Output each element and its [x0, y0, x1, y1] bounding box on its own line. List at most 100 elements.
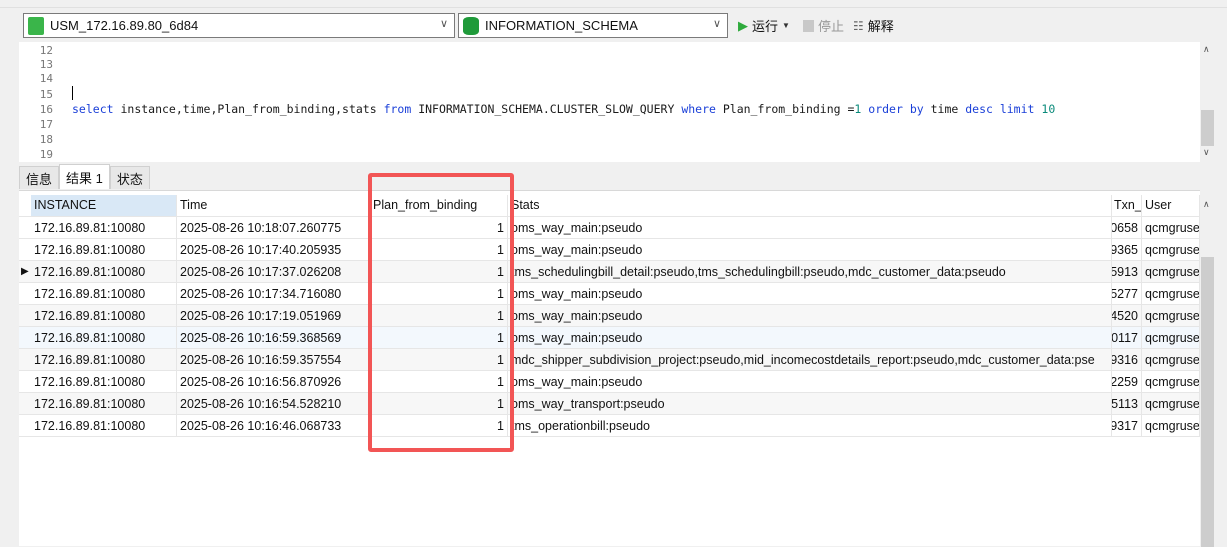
cell-instance[interactable]: 172.16.89.81:10080: [31, 371, 177, 393]
cell-time[interactable]: 2025-08-26 10:17:19.051969: [177, 305, 370, 327]
cell-txn[interactable]: 5277: [1112, 283, 1142, 305]
cell-txn[interactable]: 9316: [1112, 349, 1142, 371]
text-cursor: [72, 86, 73, 100]
cell-user[interactable]: qcmgruse: [1142, 217, 1200, 239]
line-number: 17: [39, 118, 53, 131]
current-row-indicator-icon: ▶: [21, 266, 29, 277]
column-header-txn[interactable]: Txn_: [1112, 195, 1142, 216]
table-row[interactable]: 172.16.89.81:10080 2025-08-26 10:16:59.35…: [19, 349, 1200, 371]
cell-user[interactable]: qcmgruse: [1142, 283, 1200, 305]
cell-instance[interactable]: 172.16.89.81:10080: [31, 239, 177, 261]
chevron-down-icon: ∨: [439, 18, 448, 30]
line-number: 18: [39, 133, 53, 146]
cell-stats[interactable]: oms_way_main:pseudo: [508, 283, 1112, 305]
column-header-time[interactable]: Time: [177, 195, 370, 216]
cell-stats[interactable]: tms_schedulingbill_detail:pseudo,tms_sch…: [508, 261, 1112, 283]
cell-stats[interactable]: mdc_shipper_subdivision_project:pseudo,m…: [508, 349, 1112, 371]
cell-stats[interactable]: oms_way_transport:pseudo: [508, 393, 1112, 415]
cell-instance[interactable]: 172.16.89.81:10080: [31, 349, 177, 371]
scroll-up-icon[interactable]: ∧: [1203, 44, 1210, 55]
table-row[interactable]: 172.16.89.81:10080 2025-08-26 10:16:46.06…: [19, 415, 1200, 437]
cell-instance[interactable]: 172.16.89.81:10080: [31, 261, 177, 283]
table-row[interactable]: 172.16.89.81:10080 2025-08-26 10:18:07.26…: [19, 217, 1200, 239]
cell-txn[interactable]: 5113: [1112, 393, 1142, 415]
cell-time[interactable]: 2025-08-26 10:16:46.068733: [177, 415, 370, 437]
database-select[interactable]: INFORMATION_SCHEMA ∨: [458, 13, 728, 38]
column-header-instance[interactable]: INSTANCE: [31, 195, 177, 216]
chevron-down-icon: ∨: [712, 18, 721, 30]
result-grid[interactable]: INSTANCE Time Plan_from_binding Stats Tx…: [19, 190, 1215, 547]
line-number: 13: [39, 58, 53, 71]
cell-time[interactable]: 2025-08-26 10:16:54.528210: [177, 393, 370, 415]
cell-time[interactable]: 2025-08-26 10:16:59.357554: [177, 349, 370, 371]
cell-user[interactable]: qcmgruse: [1142, 261, 1200, 283]
column-header-stats[interactable]: Stats: [508, 195, 1112, 216]
cell-user[interactable]: qcmgruse: [1142, 327, 1200, 349]
cell-txn[interactable]: 9365: [1112, 239, 1142, 261]
cell-txn[interactable]: 0658: [1112, 217, 1142, 239]
cell-time[interactable]: 2025-08-26 10:17:37.026208: [177, 261, 370, 283]
cell-time[interactable]: 2025-08-26 10:16:56.870926: [177, 371, 370, 393]
cell-instance[interactable]: 172.16.89.81:10080: [31, 327, 177, 349]
table-row[interactable]: 172.16.89.81:10080 2025-08-26 10:17:34.71…: [19, 283, 1200, 305]
database-icon: [463, 16, 479, 35]
cell-stats[interactable]: oms_way_main:pseudo: [508, 305, 1112, 327]
cell-time[interactable]: 2025-08-26 10:16:59.368569: [177, 327, 370, 349]
cell-stats[interactable]: oms_way_main:pseudo: [508, 371, 1112, 393]
tab-status[interactable]: 状态: [109, 166, 150, 189]
table-row[interactable]: 172.16.89.81:10080 2025-08-26 10:16:56.87…: [19, 371, 1200, 393]
cell-user[interactable]: qcmgruse: [1142, 239, 1200, 261]
cell-instance[interactable]: 172.16.89.81:10080: [31, 283, 177, 305]
scroll-down-icon[interactable]: ∨: [1203, 147, 1210, 158]
cell-txn[interactable]: 4520: [1112, 305, 1142, 327]
explain-button[interactable]: ☷ 解释: [853, 16, 894, 35]
cell-instance[interactable]: 172.16.89.81:10080: [31, 305, 177, 327]
connection-select[interactable]: USM_172.16.89.80_6d84 ∨: [23, 13, 455, 38]
cell-stats[interactable]: tms_operationbill:pseudo: [508, 415, 1112, 437]
cell-time[interactable]: 2025-08-26 10:18:07.260775: [177, 217, 370, 239]
stop-icon: [803, 19, 814, 32]
cell-user[interactable]: qcmgruse: [1142, 415, 1200, 437]
scroll-up-icon[interactable]: ∧: [1203, 199, 1210, 210]
play-icon: ▶: [738, 17, 748, 33]
tab-result-1[interactable]: 结果 1: [59, 164, 110, 189]
cell-time[interactable]: 2025-08-26 10:17:40.205935: [177, 239, 370, 261]
cell-instance[interactable]: 172.16.89.81:10080: [31, 393, 177, 415]
run-dropdown-icon[interactable]: ▼: [782, 21, 790, 30]
cell-user[interactable]: qcmgruse: [1142, 305, 1200, 327]
cell-instance[interactable]: 172.16.89.81:10080: [31, 217, 177, 239]
grid-scrollbar[interactable]: ∧: [1200, 195, 1215, 547]
database-value: INFORMATION_SCHEMA: [485, 18, 638, 33]
cell-txn[interactable]: 9317: [1112, 415, 1142, 437]
table-row[interactable]: ▶ 172.16.89.81:10080 2025-08-26 10:17:37.0…: [19, 261, 1200, 283]
run-button[interactable]: ▶ 运行 ▼: [738, 16, 790, 35]
connection-icon: [28, 16, 44, 35]
table-row[interactable]: 172.16.89.81:10080 2025-08-26 10:17:40.20…: [19, 239, 1200, 261]
table-row[interactable]: 172.16.89.81:10080 2025-08-26 10:16:54.52…: [19, 393, 1200, 415]
table-row[interactable]: 172.16.89.81:10080 2025-08-26 10:16:59.36…: [19, 327, 1200, 349]
line-number: 15: [39, 88, 53, 101]
cell-user[interactable]: qcmgruse: [1142, 393, 1200, 415]
scroll-thumb[interactable]: [1201, 110, 1214, 146]
sql-editor[interactable]: 12 13 14 15 16 17 18 19 select instance,…: [19, 42, 1215, 162]
stop-button[interactable]: 停止: [803, 16, 844, 35]
tab-info[interactable]: 信息: [19, 166, 60, 189]
cell-stats[interactable]: oms_way_main:pseudo: [508, 239, 1112, 261]
cell-stats[interactable]: oms_way_main:pseudo: [508, 217, 1112, 239]
line-number: 12: [39, 44, 53, 57]
stop-label: 停止: [818, 19, 845, 34]
cell-user[interactable]: qcmgruse: [1142, 349, 1200, 371]
cell-time[interactable]: 2025-08-26 10:17:34.716080: [177, 283, 370, 305]
cell-txn[interactable]: 0117: [1112, 327, 1142, 349]
cell-txn[interactable]: 5913: [1112, 261, 1142, 283]
column-header-user[interactable]: User: [1142, 195, 1200, 216]
cell-txn[interactable]: 2259: [1112, 371, 1142, 393]
editor-scrollbar[interactable]: ∧ ∨: [1200, 42, 1215, 162]
scroll-thumb[interactable]: [1201, 257, 1214, 547]
cell-instance[interactable]: 172.16.89.81:10080: [31, 415, 177, 437]
cell-user[interactable]: qcmgruse: [1142, 371, 1200, 393]
connection-value: USM_172.16.89.80_6d84: [50, 18, 199, 33]
grid-header: INSTANCE Time Plan_from_binding Stats Tx…: [19, 195, 1200, 217]
table-row[interactable]: 172.16.89.81:10080 2025-08-26 10:17:19.05…: [19, 305, 1200, 327]
cell-stats[interactable]: oms_way_main:pseudo: [508, 327, 1112, 349]
